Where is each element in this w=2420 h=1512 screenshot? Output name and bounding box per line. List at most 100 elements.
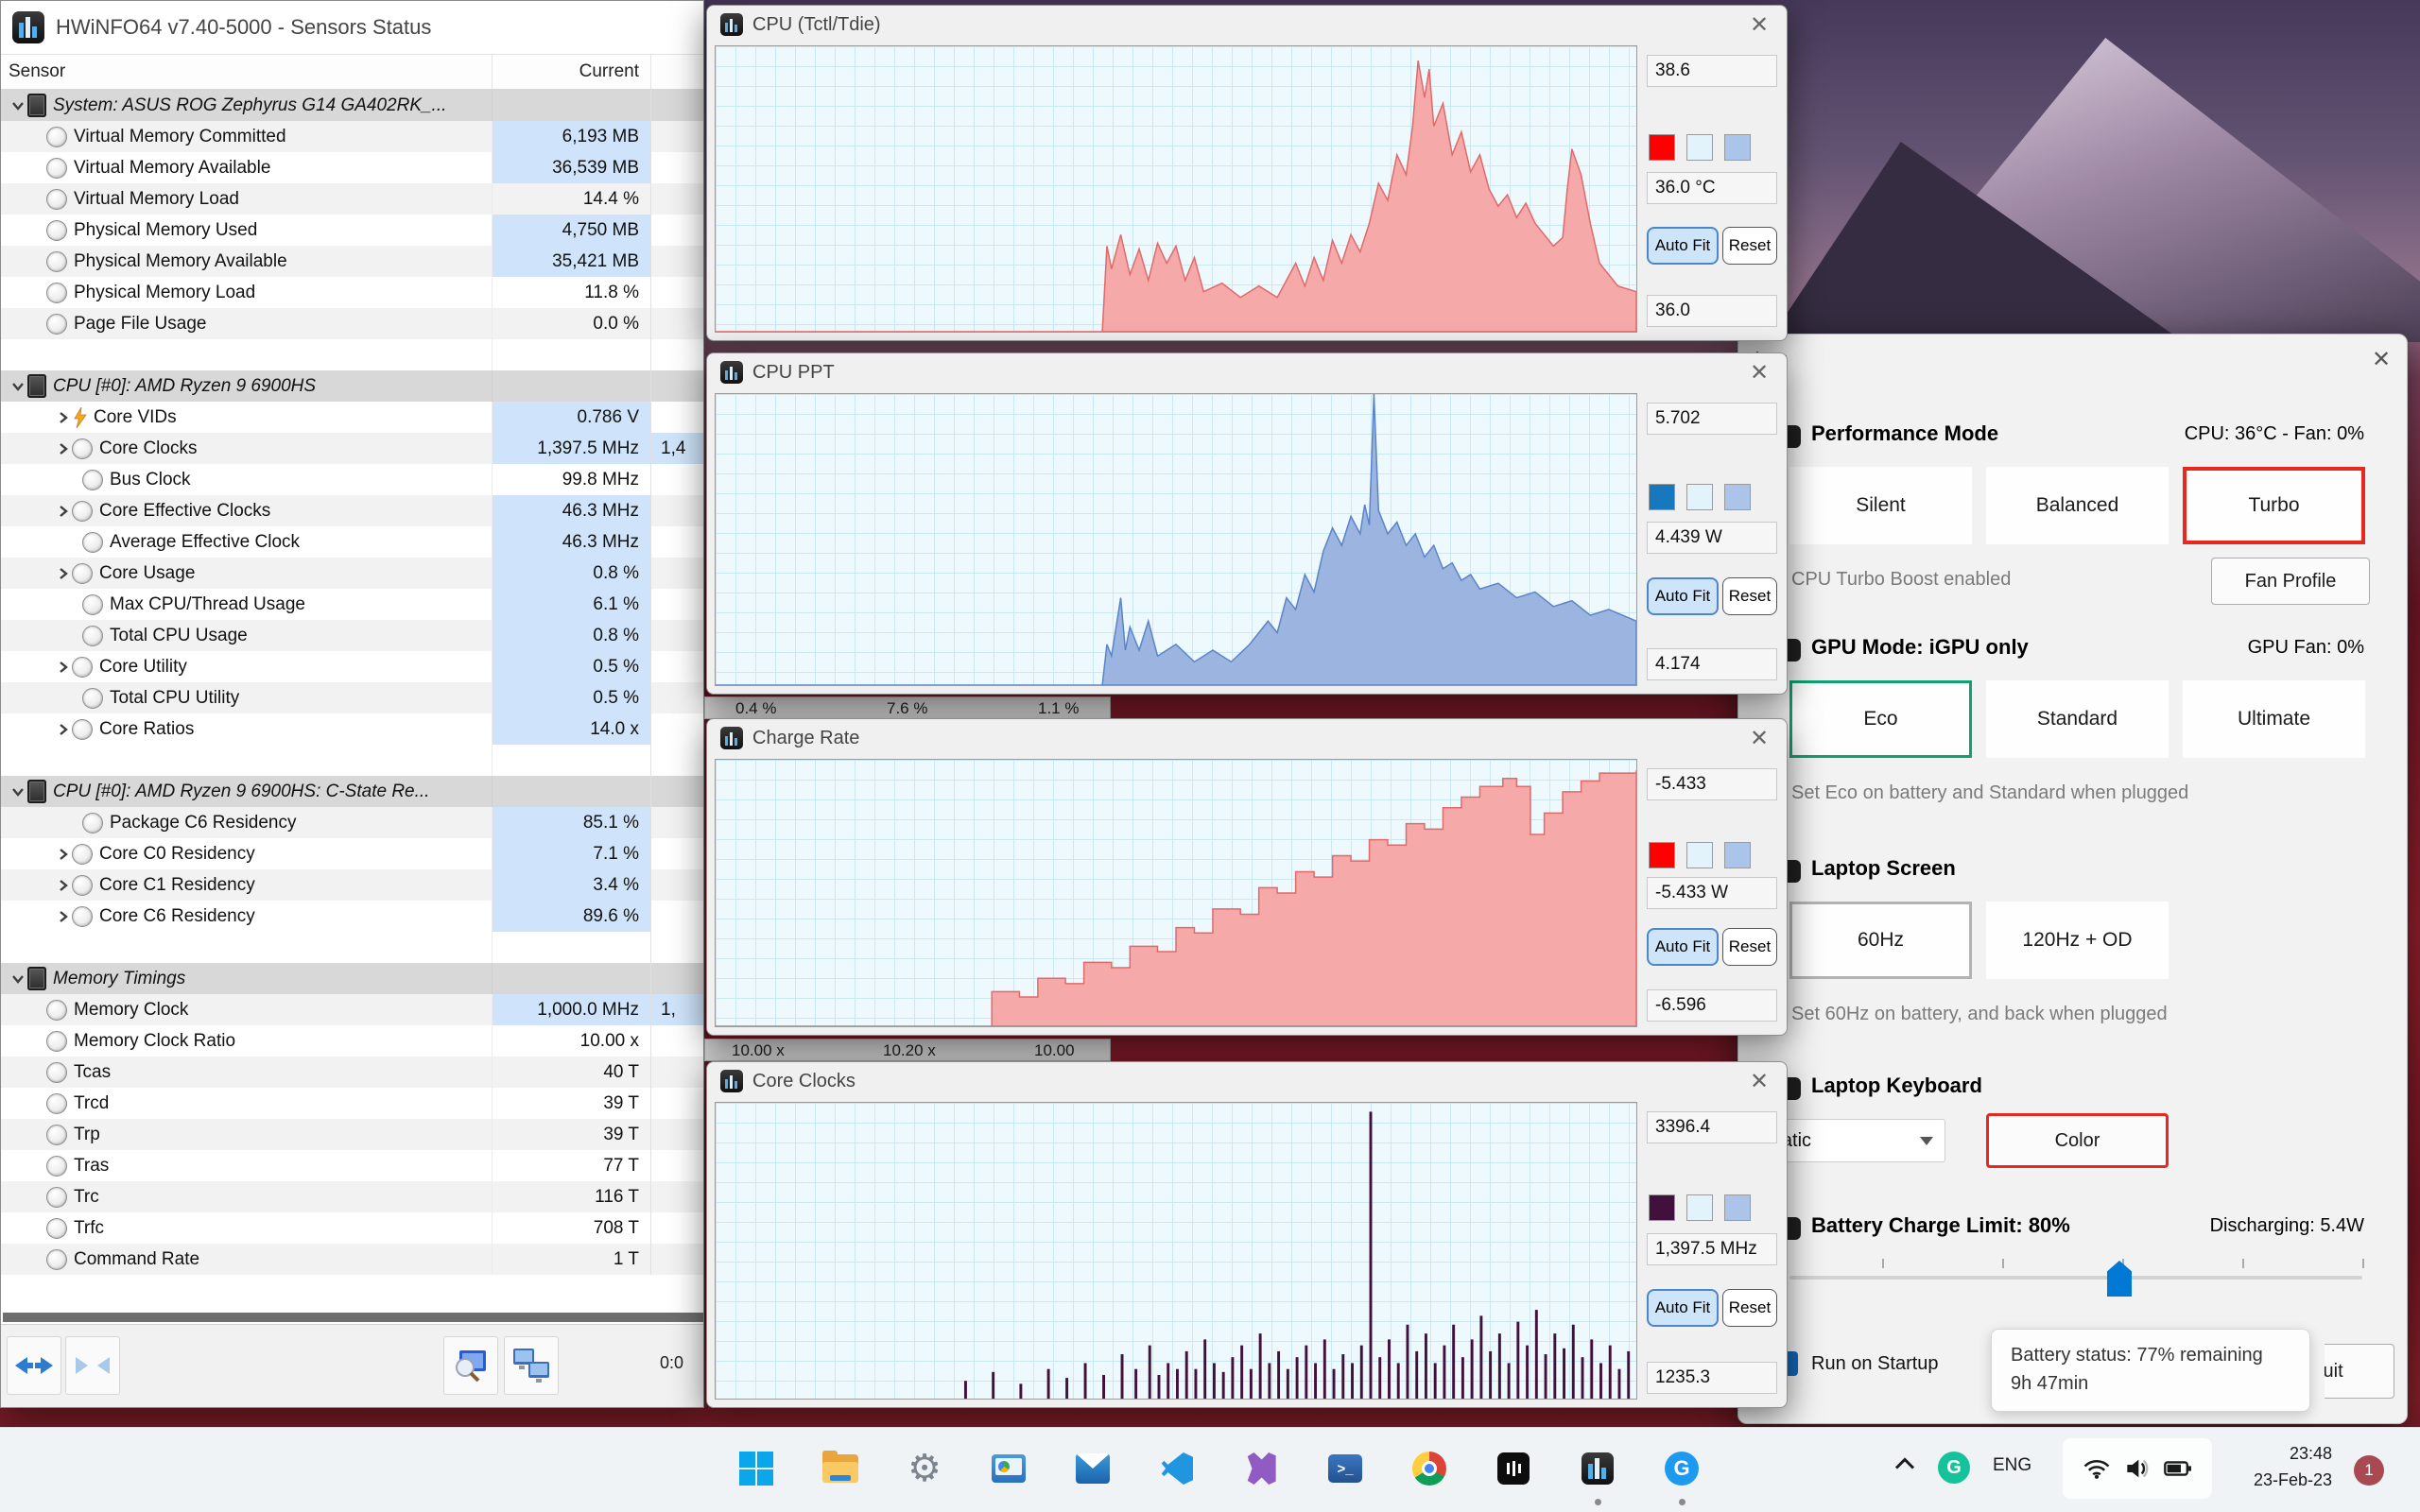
keyboard-color-button[interactable]: Color: [1986, 1113, 2169, 1168]
autofit-button[interactable]: Auto Fit: [1647, 226, 1719, 265]
taskbar-system-monitor[interactable]: [980, 1440, 1037, 1497]
reset-button[interactable]: Reset: [1722, 577, 1777, 616]
background-color-swatch[interactable]: [1686, 842, 1713, 869]
taskbar-mail[interactable]: [1064, 1440, 1121, 1497]
sensor-row[interactable]: Trc 116 T: [1, 1181, 703, 1212]
sensor-row[interactable]: Trfc 708 T: [1, 1212, 703, 1244]
chevron-right-icon[interactable]: [58, 847, 70, 862]
chevron-right-icon[interactable]: [58, 441, 70, 456]
sensor-row[interactable]: Core C0 Residency 7.1 %: [1, 838, 703, 869]
graph-close-icon[interactable]: ✕: [1745, 359, 1773, 387]
background-color-swatch[interactable]: [1686, 134, 1713, 162]
fan-profile-button[interactable]: Fan Profile: [2211, 558, 2370, 605]
sensor-row[interactable]: Core Usage 0.8 %: [1, 558, 703, 589]
sensor-row[interactable]: Virtual Memory Committed 6,193 MB: [1, 121, 703, 152]
series-color-swatch[interactable]: [1649, 842, 1675, 869]
horizontal-scrollbar[interactable]: [3, 1313, 703, 1322]
graph-max-value[interactable]: 5.702: [1647, 403, 1777, 435]
taskbar-chrome[interactable]: [1401, 1440, 1458, 1497]
chevron-down-icon[interactable]: [10, 972, 26, 986]
autofit-button[interactable]: Auto Fit: [1647, 577, 1719, 616]
sensor-row[interactable]: Page File Usage 0.0 %: [1, 308, 703, 339]
graph-titlebar[interactable]: Core Clocks ✕: [707, 1062, 1787, 1100]
sensor-row[interactable]: Virtual Memory Load 14.4 %: [1, 183, 703, 215]
sensor-row[interactable]: Physical Memory Load 11.8 %: [1, 277, 703, 308]
autofit-button[interactable]: Auto Fit: [1647, 1289, 1719, 1328]
sensor-row[interactable]: Tcas 40 T: [1, 1057, 703, 1088]
perf-mode-turbo-button[interactable]: Turbo: [2183, 467, 2365, 544]
graph-titlebar[interactable]: CPU (Tctl/Tdie) ✕: [707, 6, 1787, 43]
tray-quick-settings[interactable]: [2063, 1438, 2212, 1499]
sensor-row[interactable]: Core Utility 0.5 %: [1, 651, 703, 682]
taskbar-powershell[interactable]: >_: [1317, 1440, 1374, 1497]
background-color-swatch[interactable]: [1686, 1194, 1713, 1221]
sensor-row[interactable]: Total CPU Usage 0.8 %: [1, 620, 703, 651]
graph-close-icon[interactable]: ✕: [1745, 725, 1773, 752]
taskbar-settings[interactable]: ⚙: [896, 1440, 953, 1497]
chevron-right-icon[interactable]: [58, 660, 70, 675]
grid-color-swatch[interactable]: [1724, 484, 1751, 511]
graph-max-value[interactable]: -5.433: [1647, 768, 1777, 800]
battery-limit-slider-track[interactable]: [1789, 1276, 2362, 1280]
language-indicator[interactable]: ENG: [1993, 1455, 2031, 1476]
reset-button[interactable]: Reset: [1722, 1289, 1777, 1328]
graph-close-icon[interactable]: ✕: [1745, 11, 1773, 39]
sensor-row[interactable]: Core Ratios 14.0 x: [1, 713, 703, 745]
sensor-row[interactable]: Core C6 Residency 89.6 %: [1, 901, 703, 932]
grid-color-swatch[interactable]: [1724, 134, 1751, 162]
graph-titlebar[interactable]: CPU PPT ✕: [707, 353, 1787, 391]
chevron-down-icon[interactable]: [10, 380, 26, 393]
screen-60hz-button[interactable]: 60Hz: [1789, 902, 1972, 979]
taskbar-vscode[interactable]: [1149, 1440, 1205, 1497]
graph-close-icon[interactable]: ✕: [1745, 1068, 1773, 1095]
column-sensor[interactable]: Sensor: [1, 55, 493, 89]
system-summary-button[interactable]: [443, 1336, 498, 1395]
quit-button[interactable]: Quit: [2325, 1344, 2394, 1399]
autofit-button[interactable]: Auto Fit: [1647, 927, 1719, 966]
notification-badge[interactable]: 1: [2354, 1455, 2384, 1486]
tray-clock[interactable]: 23:48 23-Feb-23: [2226, 1440, 2332, 1493]
graph-min-value[interactable]: 1235.3: [1647, 1362, 1777, 1394]
sensor-row[interactable]: Memory Clock 1,000.0 MHz 1,: [1, 994, 703, 1025]
graph-titlebar[interactable]: Charge Rate ✕: [707, 719, 1787, 757]
taskbar-ghelper[interactable]: G: [1653, 1440, 1710, 1497]
grid-color-swatch[interactable]: [1724, 842, 1751, 869]
sensor-row[interactable]: Core C1 Residency 3.4 %: [1, 869, 703, 901]
ghelper-close-button[interactable]: ✕: [2364, 346, 2398, 373]
sensor-row[interactable]: Memory Clock Ratio 10.00 x: [1, 1025, 703, 1057]
graph-max-value[interactable]: 3396.4: [1647, 1111, 1777, 1143]
sensor-row[interactable]: Average Effective Clock 46.3 MHz: [1, 526, 703, 558]
chevron-down-icon[interactable]: [10, 99, 26, 112]
tray-overflow-chevron[interactable]: [1893, 1455, 1917, 1477]
sensor-row[interactable]: Trcd 39 T: [1, 1088, 703, 1119]
sensor-row[interactable]: Physical Memory Available 35,421 MB: [1, 246, 703, 277]
column-current[interactable]: Current: [493, 55, 651, 89]
sensor-row[interactable]: Bus Clock 99.8 MHz: [1, 464, 703, 495]
chevron-right-icon[interactable]: [58, 909, 70, 924]
series-color-swatch[interactable]: [1649, 134, 1675, 162]
reset-button[interactable]: Reset: [1722, 927, 1777, 966]
graph-min-value[interactable]: 36.0: [1647, 295, 1777, 327]
sensor-row[interactable]: Physical Memory Used 4,750 MB: [1, 215, 703, 246]
sensor-row[interactable]: Core Clocks 1,397.5 MHz 1,4: [1, 433, 703, 464]
sensor-row[interactable]: Package C6 Residency 85.1 %: [1, 807, 703, 838]
taskbar-visual-studio[interactable]: [1233, 1440, 1289, 1497]
sensor-row[interactable]: Total CPU Utility 0.5 %: [1, 682, 703, 713]
gpu-mode-standard-button[interactable]: Standard: [1986, 680, 2169, 758]
sensor-row[interactable]: Virtual Memory Available 36,539 MB: [1, 152, 703, 183]
sensor-row[interactable]: Core VIDs 0.786 V: [1, 402, 703, 433]
sensor-row[interactable]: Max CPU/Thread Usage 6.1 %: [1, 589, 703, 620]
sensor-section-row[interactable]: System: ASUS ROG Zephyrus G14 GA402RK_..…: [1, 90, 703, 121]
background-color-swatch[interactable]: [1686, 484, 1713, 511]
chevron-right-icon[interactable]: [58, 410, 70, 425]
sensor-section-row[interactable]: Memory Timings: [1, 963, 703, 994]
grammarly-tray-icon[interactable]: G: [1938, 1452, 1970, 1484]
sensor-table-header[interactable]: Sensor Current: [1, 55, 703, 90]
sensor-row[interactable]: Trp 39 T: [1, 1119, 703, 1150]
chevron-right-icon[interactable]: [58, 722, 70, 737]
sensor-section-row[interactable]: CPU [#0]: AMD Ryzen 9 6900HS: C-State Re…: [1, 776, 703, 807]
chevron-right-icon[interactable]: [58, 566, 70, 581]
taskbar-hwinfo[interactable]: [1569, 1440, 1626, 1497]
battery-limit-slider-handle[interactable]: [2107, 1261, 2132, 1297]
graph-min-value[interactable]: 4.174: [1647, 648, 1777, 680]
